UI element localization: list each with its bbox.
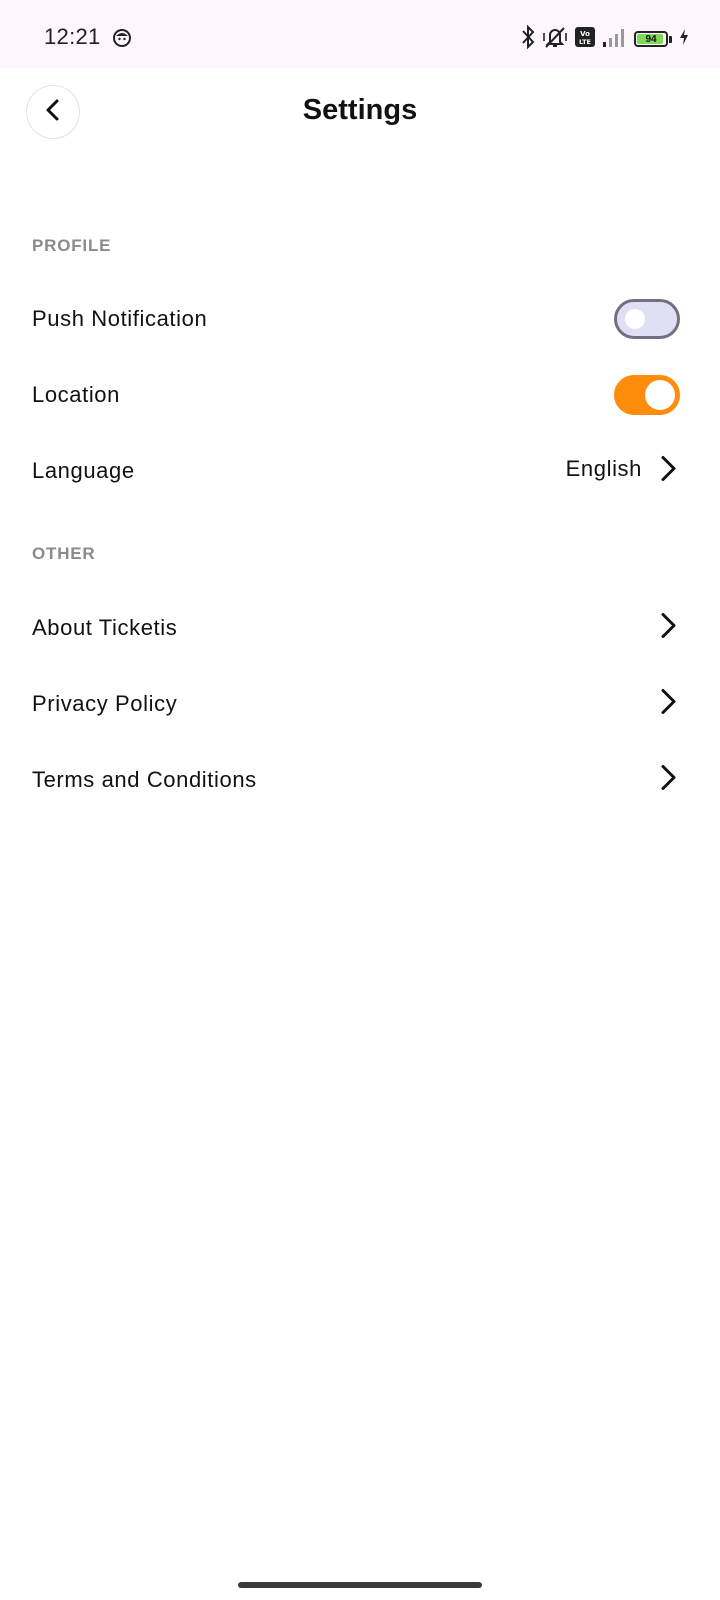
status-icons: Vo LTE 94 [520,24,690,54]
bluetooth-icon [520,24,536,55]
toggle-knob [645,380,675,410]
status-bar: 12:21 Vo LTE 94 [0,0,720,68]
page-title: Settings [302,94,418,126]
battery-body: 94 [634,31,668,47]
location-row[interactable]: Location [0,363,720,427]
toggle-knob [625,309,645,329]
about-ticketis-label: About Ticketis [32,615,178,640]
language-value: English [565,455,642,481]
language-row[interactable]: Language English [0,439,720,503]
vibrate-off-icon [542,24,568,55]
privacy-policy-label: Privacy Policy [32,691,178,716]
battery-level: 94 [645,33,657,45]
chevron-right-icon [658,455,678,488]
notification-face-icon [112,28,132,53]
chevron-right-icon [658,688,678,721]
about-ticketis-row[interactable]: About Ticketis [0,596,720,660]
chevron-right-icon [658,612,678,645]
push-notification-row[interactable]: Push Notification [0,287,720,351]
chevron-right-icon [658,764,678,797]
terms-and-conditions-row[interactable]: Terms and Conditions [0,748,720,812]
charging-icon [678,28,690,51]
privacy-policy-row[interactable]: Privacy Policy [0,672,720,736]
location-toggle[interactable] [614,375,680,415]
svg-text:LTE: LTE [579,38,591,46]
signal-icon [602,26,628,53]
battery-icon: 94 [634,31,672,47]
status-time: 12:21 [44,24,101,49]
push-notification-label: Push Notification [32,306,208,331]
volte-icon: Vo LTE [574,26,596,53]
push-notification-toggle[interactable] [614,299,680,339]
location-label: Location [32,382,120,407]
svg-text:Vo: Vo [580,30,590,38]
home-indicator[interactable] [238,1582,482,1588]
section-title-other: OTHER [32,544,96,563]
section-title-profile: PROFILE [32,236,112,255]
terms-and-conditions-label: Terms and Conditions [32,767,257,792]
language-label: Language [32,458,135,483]
battery-tip [669,35,672,43]
